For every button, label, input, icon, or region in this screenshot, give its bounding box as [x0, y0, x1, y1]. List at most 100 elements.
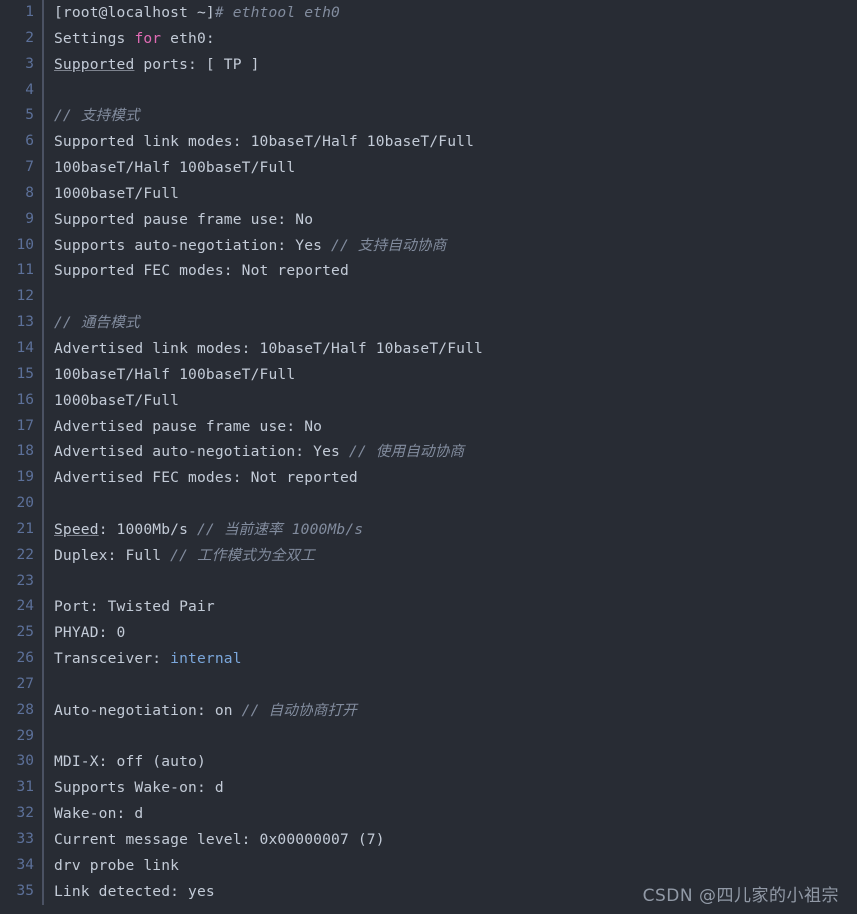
code-token: eth0: [161, 29, 215, 47]
code-line: 29 [0, 723, 857, 750]
code-line-content[interactable] [43, 724, 857, 750]
code-line-content[interactable] [43, 672, 857, 698]
code-line: 17 Advertised pause frame use: No [0, 413, 857, 440]
code-line-content[interactable]: Auto-negotiation: on // 自动协商打开 [43, 698, 857, 724]
line-number: 8 [0, 180, 44, 207]
line-number: 13 [0, 310, 44, 336]
code-line-content[interactable]: Settings for eth0: [43, 26, 857, 52]
line-number: 25 [0, 620, 44, 647]
code-line-content[interactable]: 1000baseT/Full [43, 181, 857, 207]
code-line: 11 Supported FEC modes: Not reported [0, 258, 857, 285]
code-line-content[interactable]: // 支持模式 [43, 103, 857, 129]
line-number: 22 [0, 542, 44, 569]
line-number: 17 [0, 413, 44, 440]
code-token: Advertised link modes: 10baseT/Half 10ba… [54, 339, 483, 357]
code-line-content[interactable] [43, 284, 857, 310]
line-number: 15 [0, 361, 44, 388]
code-line-content[interactable] [43, 78, 857, 104]
code-token: Advertised FEC modes: Not reported [54, 469, 358, 487]
code-token: 1000baseT/Full [54, 184, 180, 202]
code-line: 19 Advertised FEC modes: Not reported [0, 465, 857, 492]
code-line: 10 Supports auto-negotiation: Yes // 支持自动… [0, 232, 857, 259]
code-token: Wake-on: d [54, 805, 144, 823]
code-line-content[interactable] [43, 491, 857, 517]
line-number: 28 [0, 697, 44, 724]
code-token: // [197, 520, 224, 538]
code-line: 15 100baseT/Half 100baseT/Full [0, 361, 857, 388]
code-token: Advertised pause frame use: No [54, 417, 323, 435]
line-number: 1 [0, 0, 44, 26]
code-token: // [331, 236, 358, 254]
code-block-viewer[interactable]: 1 [root@localhost ~]# ethtool eth0 2 Settin… [0, 0, 857, 914]
code-token: Settings [54, 29, 135, 47]
code-token: Speed [54, 520, 99, 538]
line-number: 35 [0, 878, 44, 905]
code-token: Supports auto-negotiation: Yes [54, 236, 332, 254]
code-line: 33 Current message level: 0x00000007 (7) [0, 827, 857, 853]
code-line-content[interactable] [43, 569, 857, 595]
code-line-content[interactable]: Transceiver: internal [43, 646, 857, 672]
code-line-content[interactable]: // 通告模式 [43, 310, 857, 336]
code-line: 20 [0, 491, 857, 517]
code-line-content[interactable]: Supported ports: [ TP ] [43, 52, 857, 78]
line-number: 26 [0, 646, 44, 672]
line-number: 9 [0, 206, 44, 233]
code-line-content[interactable]: Wake-on: d [43, 801, 857, 827]
code-line: 30 MDI-X: off (auto) [0, 749, 857, 776]
code-line: 14 Advertised link modes: 10baseT/Half 10… [0, 335, 857, 362]
code-token: drv probe link [54, 856, 180, 874]
code-line-content[interactable]: 100baseT/Half 100baseT/Full [43, 362, 857, 388]
code-token: ports: [ TP ] [134, 55, 260, 73]
code-line-content[interactable]: Supports auto-negotiation: Yes // 支持自动协商 [43, 233, 857, 259]
code-line-content[interactable]: Link detected: yes [43, 879, 857, 905]
code-lines-table: 1 [root@localhost ~]# ethtool eth0 2 Settin… [0, 0, 857, 905]
line-number: 31 [0, 775, 44, 802]
line-number: 20 [0, 491, 44, 517]
code-line-content[interactable]: drv probe link [43, 853, 857, 879]
code-line-content[interactable]: 1000baseT/Full [43, 388, 857, 414]
code-line: 4 [0, 77, 857, 104]
code-line: 25 PHYAD: 0 [0, 620, 857, 647]
code-token: 通告模式 [80, 314, 140, 332]
code-line-content[interactable]: PHYAD: 0 [43, 620, 857, 646]
code-token: Current message level: 0x00000007 (7) [54, 831, 385, 848]
line-number: 7 [0, 155, 44, 181]
code-line-content[interactable]: Advertised pause frame use: No [43, 414, 857, 440]
line-number: 4 [0, 77, 44, 104]
code-line-content[interactable]: [root@localhost ~]# ethtool eth0 [43, 0, 857, 26]
line-number: 3 [0, 51, 44, 78]
code-line-content[interactable]: Speed: 1000Mb/s // 当前速率 1000Mb/s [43, 517, 857, 543]
code-token: : 1000Mb/s [98, 520, 197, 538]
code-line-content[interactable]: Supports Wake-on: d [43, 775, 857, 801]
code-line-content[interactable]: Port: Twisted Pair [43, 594, 857, 620]
code-token: 100baseT/Half 100baseT/Full [54, 159, 296, 177]
code-line-content[interactable]: MDI-X: off (auto) [43, 749, 857, 775]
code-line: 21 Speed: 1000Mb/s // 当前速率 1000Mb/s [0, 516, 857, 543]
code-line-content[interactable]: Current message level: 0x00000007 (7) [43, 827, 857, 853]
code-line-content[interactable]: Supported pause frame use: No [43, 207, 857, 233]
code-line: 35 Link detected: yes [0, 878, 857, 905]
code-line: 32 Wake-on: d [0, 801, 857, 827]
code-token: Supported link modes: 10baseT/Half 10bas… [54, 133, 475, 151]
code-line: 22 Duplex: Full // 工作模式为全双工 [0, 542, 857, 569]
code-line: 23 [0, 568, 857, 595]
line-number: 30 [0, 749, 44, 776]
code-line-content[interactable]: Supported FEC modes: Not reported [43, 258, 857, 284]
code-line: 5// 支持模式 [0, 103, 857, 130]
code-line-content[interactable]: Advertised auto-negotiation: Yes // 使用自动… [43, 439, 857, 465]
code-token: // [348, 443, 376, 461]
code-line-content[interactable]: 100baseT/Half 100baseT/Full [43, 155, 857, 181]
code-line: 6 Supported link modes: 10baseT/Half 10ba… [0, 129, 857, 156]
code-line-content[interactable]: Supported link modes: 10baseT/Half 10bas… [43, 129, 857, 155]
code-line-content[interactable]: Duplex: Full // 工作模式为全双工 [43, 543, 857, 569]
code-line-content[interactable]: Advertised FEC modes: Not reported [43, 465, 857, 491]
line-number: 23 [0, 568, 44, 595]
code-line-content[interactable]: Advertised link modes: 10baseT/Half 10ba… [43, 336, 857, 362]
code-line: 24 Port: Twisted Pair [0, 594, 857, 621]
code-token: // [170, 546, 197, 564]
code-token: // [54, 107, 81, 125]
